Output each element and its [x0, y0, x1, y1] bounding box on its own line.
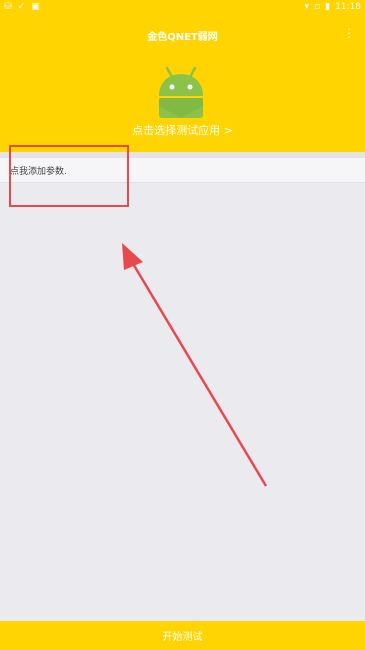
app-header: 金色QNET弱网 ⋮ 点击选择测试应用 >	[0, 14, 365, 152]
signal-icon: ⛁	[4, 2, 12, 12]
more-vert-icon[interactable]: ⋮	[343, 25, 355, 41]
wifi-icon: ▾	[304, 2, 309, 12]
select-test-app-link[interactable]: 点击选择测试应用 >	[0, 122, 365, 138]
sim-icon: ▫	[314, 2, 321, 12]
battery-icon: ▮	[325, 2, 331, 12]
annotation-box	[9, 145, 129, 207]
check-icon: ✓	[17, 2, 26, 12]
status-left: ⛁ ✓ ▣	[4, 1, 40, 13]
status-bar: ⛁ ✓ ▣ ▾ ▫ ▮ 11:18	[0, 0, 365, 14]
notification-icon: ▣	[31, 2, 40, 12]
android-app-icon[interactable]	[155, 64, 207, 126]
app-title: 金色QNET弱网	[147, 32, 218, 43]
status-right: ▾ ▫ ▮ 11:18	[304, 1, 361, 13]
start-test-button[interactable]: 开始测试	[0, 621, 365, 650]
status-time: 11:18	[335, 2, 361, 12]
